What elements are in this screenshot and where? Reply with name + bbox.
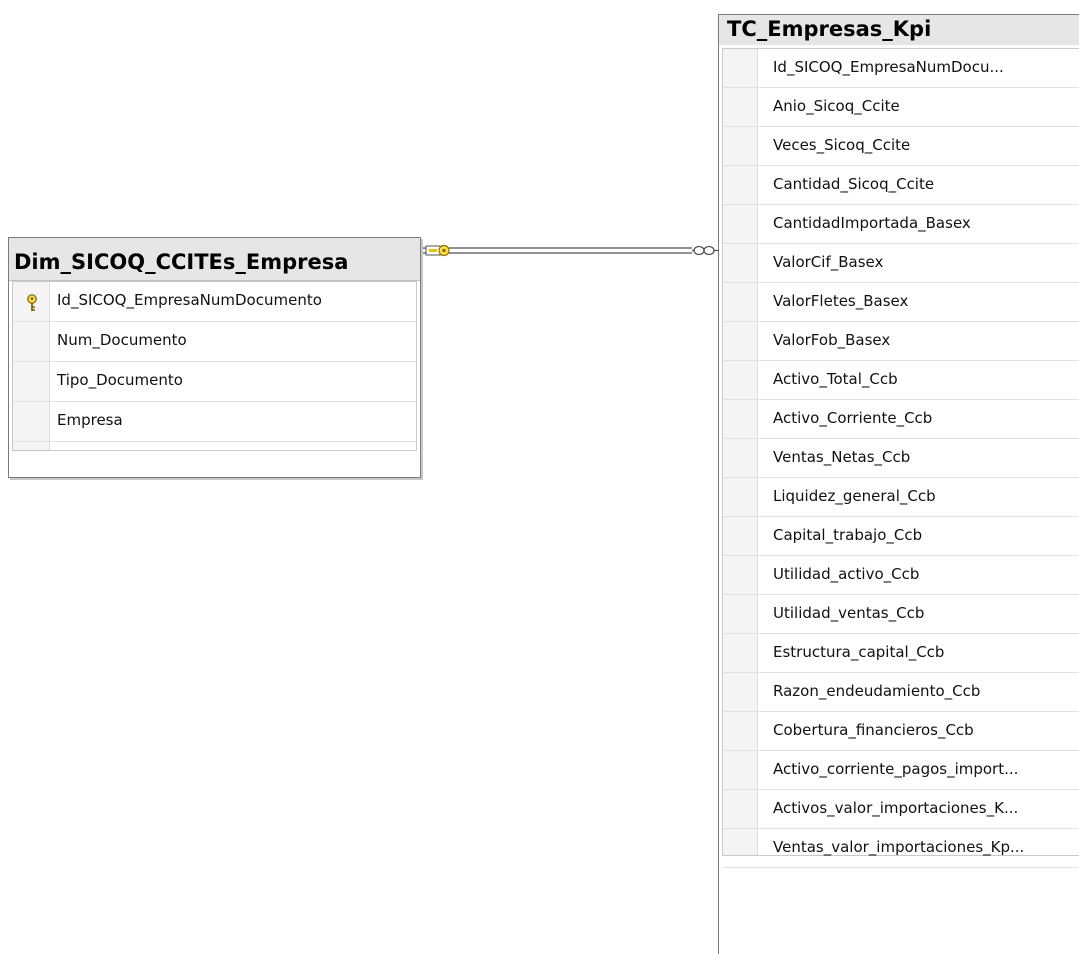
column-row[interactable]: Activos_valor_importaciones_K...: [723, 790, 1079, 829]
column-name: Anio_Sicoq_Ccite: [773, 97, 900, 115]
column-name: Cantidad_Sicoq_Ccite: [773, 175, 935, 193]
column-name: Id_SICOQ_EmpresaNumDocumento: [57, 291, 322, 309]
column-row[interactable]: Activo_Corriente_Ccb: [723, 400, 1079, 439]
column-name: Id_SICOQ_EmpresaNumDocu...: [773, 58, 1004, 76]
column-row[interactable]: Liquidez_general_Ccb: [723, 478, 1079, 517]
column-name: Empresa: [57, 411, 123, 429]
column-row[interactable]: Tipo_Documento: [13, 362, 416, 402]
column-name: Veces_Sicoq_Ccite: [773, 136, 911, 154]
column-row[interactable]: Num_Documento: [13, 322, 416, 362]
column-row[interactable]: Utilidad_activo_Ccb: [723, 556, 1079, 595]
table-title: Dim_SICOQ_CCITEs_Empresa: [14, 250, 349, 274]
column-name: Tipo_Documento: [57, 371, 183, 389]
table-title: TC_Empresas_Kpi: [727, 17, 932, 41]
column-row[interactable]: Estructura_capital_Ccb: [723, 634, 1079, 673]
table-dim-sicoq-ccites-empresa[interactable]: Dim_SICOQ_CCITEs_Empresa Id_SICOQ_Empres…: [8, 237, 421, 478]
column-name: Estructura_capital_Ccb: [773, 643, 945, 661]
column-row[interactable]: Cobertura_financieros_Ccb: [723, 712, 1079, 751]
column-name: Ventas_Netas_Ccb: [773, 448, 911, 466]
column-name: Num_Documento: [57, 331, 187, 349]
column-row[interactable]: Cantidad_Sicoq_Ccite: [723, 166, 1079, 205]
column-row[interactable]: ValorFletes_Basex: [723, 283, 1079, 322]
column-name: Activo_Total_Ccb: [773, 370, 898, 388]
column-row[interactable]: Veces_Sicoq_Ccite: [723, 127, 1079, 166]
column-name: ValorCif_Basex: [773, 253, 884, 271]
column-row[interactable]: Ventas_valor_importaciones_Kp...: [723, 829, 1079, 868]
column-name: CantidadImportada_Basex: [773, 214, 971, 232]
column-name: Liquidez_general_Ccb: [773, 487, 936, 505]
column-row[interactable]: Capital_trabajo_Ccb: [723, 517, 1079, 556]
column-row[interactable]: ValorFob_Basex: [723, 322, 1079, 361]
relationship-key-icon: [421, 244, 452, 257]
table-header[interactable]: Dim_SICOQ_CCITEs_Empresa: [9, 238, 420, 281]
column-list: Id_SICOQ_EmpresaNumDocumento Num_Documen…: [12, 281, 417, 451]
table-empty-area: [12, 451, 417, 473]
column-row[interactable]: Activo_corriente_pagos_import...: [723, 751, 1079, 790]
table-tc-empresas-kpi[interactable]: TC_Empresas_Kpi Id_SICOQ_EmpresaNumDocu.…: [718, 14, 1079, 954]
column-row[interactable]: CantidadImportada_Basex: [723, 205, 1079, 244]
table-header[interactable]: TC_Empresas_Kpi: [719, 15, 1079, 45]
column-row[interactable]: Razon_endeudamiento_Ccb: [723, 673, 1079, 712]
column-name: Activo_Corriente_Ccb: [773, 409, 933, 427]
column-row[interactable]: Id_SICOQ_EmpresaNumDocumento: [13, 282, 416, 322]
column-row[interactable]: Utilidad_ventas_Ccb: [723, 595, 1079, 634]
column-name: Utilidad_ventas_Ccb: [773, 604, 925, 622]
column-name: ValorFletes_Basex: [773, 292, 909, 310]
column-name: Activos_valor_importaciones_K...: [773, 799, 1019, 817]
column-name: Utilidad_activo_Ccb: [773, 565, 920, 583]
column-list: Id_SICOQ_EmpresaNumDocu... Anio_Sicoq_Cc…: [722, 48, 1079, 868]
column-row[interactable]: Ventas_Netas_Ccb: [723, 439, 1079, 478]
column-name: Razon_endeudamiento_Ccb: [773, 682, 981, 700]
column-name: Activo_corriente_pagos_import...: [773, 760, 1019, 778]
column-row[interactable]: Empresa: [13, 402, 416, 442]
column-name: Cobertura_financieros_Ccb: [773, 721, 974, 739]
column-row[interactable]: ValorCif_Basex: [723, 244, 1079, 283]
primary-key-icon: [27, 294, 37, 311]
column-row[interactable]: Activo_Total_Ccb: [723, 361, 1079, 400]
column-name: Capital_trabajo_Ccb: [773, 526, 923, 544]
column-name: Ventas_valor_importaciones_Kp...: [773, 838, 1025, 856]
column-name: ValorFob_Basex: [773, 331, 891, 349]
column-row[interactable]: Anio_Sicoq_Ccite: [723, 88, 1079, 127]
column-row[interactable]: Id_SICOQ_EmpresaNumDocu...: [723, 49, 1079, 88]
relationship-infinity-icon: [692, 245, 718, 256]
